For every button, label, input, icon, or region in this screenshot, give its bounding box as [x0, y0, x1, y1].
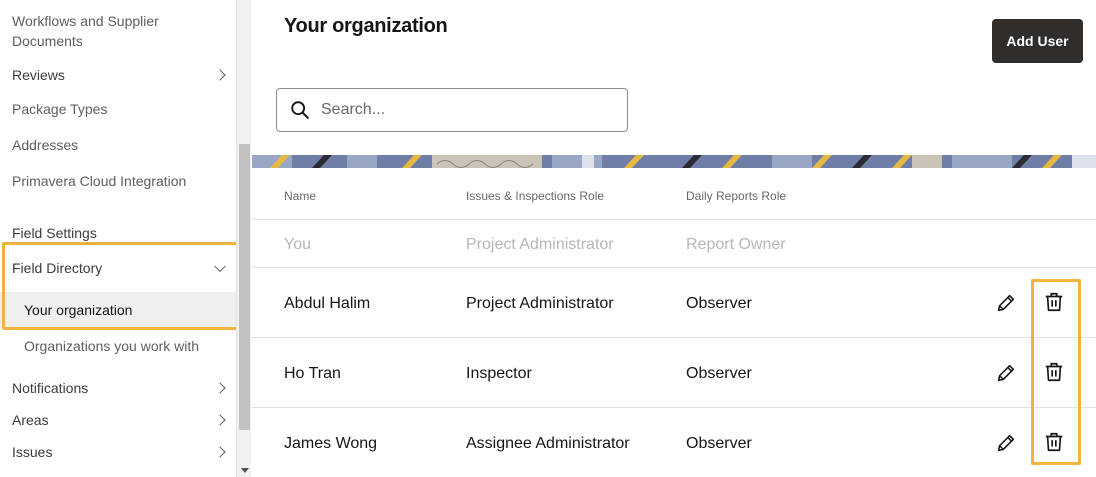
row-divider — [252, 407, 1096, 408]
chevron-right-icon — [214, 69, 226, 81]
trash-icon — [1045, 292, 1063, 312]
chevron-down-icon — [214, 260, 226, 273]
sidebar-item-addresses[interactable]: Addresses — [0, 133, 236, 157]
main-content: Your organization Add User Search... Nam… — [252, 0, 1096, 477]
cell-name: You — [284, 236, 311, 253]
edit-button[interactable] — [993, 360, 1019, 386]
page-title: Your organization — [284, 15, 448, 37]
sidebar-item-label: Reviews — [12, 67, 65, 83]
delete-button[interactable] — [1041, 289, 1067, 315]
search-input[interactable] — [321, 101, 611, 119]
cell-issues-role: Project Administrator — [466, 295, 614, 312]
sidebar-item-label: Package Types — [12, 101, 108, 117]
cell-name: Ho Tran — [284, 365, 341, 382]
cell-issues-role: Project Administrator — [466, 236, 614, 253]
sidebar-item-label: Workflows and Supplier — [12, 13, 159, 29]
sidebar-item-label: Your organization — [24, 302, 133, 318]
column-header-reports-role[interactable]: Daily Reports Role — [686, 189, 786, 203]
search-box[interactable] — [276, 88, 628, 132]
pencil-icon — [997, 294, 1015, 312]
sidebar-item-primavera[interactable]: Primavera Cloud Integration — [0, 169, 236, 193]
sidebar-nav: Workflows and Supplier Documents Reviews… — [0, 0, 236, 477]
trash-icon — [1045, 362, 1063, 382]
trash-icon — [1045, 432, 1063, 452]
column-header-issues-role[interactable]: Issues & Inspections Role — [466, 189, 604, 203]
sidebar-item-areas[interactable]: Areas — [0, 408, 236, 432]
sidebar-item-your-organization[interactable]: Your organization — [0, 292, 236, 328]
decorative-banner — [252, 155, 1096, 168]
sidebar-item-label: Notifications — [12, 380, 89, 396]
cell-issues-role: Assignee Administrator — [466, 435, 630, 452]
sidebar-item-reviews[interactable]: Reviews — [0, 63, 236, 87]
sidebar-item-notifications[interactable]: Notifications — [0, 376, 236, 400]
sidebar-item-label: Field Directory — [12, 260, 103, 276]
sidebar-item-organizations-you-work-with[interactable]: Organizations you work with — [0, 334, 236, 358]
sidebar-item-label: Issues — [12, 444, 53, 460]
sidebar-scrollbar[interactable] — [236, 0, 251, 477]
row-divider — [252, 219, 1096, 220]
cell-reports-role: Observer — [686, 435, 752, 452]
sidebar-item-issues[interactable]: Issues — [0, 440, 236, 464]
sidebar-item-label: Addresses — [12, 137, 79, 153]
sidebar-item-workflows-line2[interactable]: Documents — [0, 31, 236, 51]
scroll-down-arrow-icon[interactable] — [241, 468, 249, 473]
cell-reports-role: Report Owner — [686, 236, 786, 253]
row-divider — [252, 267, 1096, 268]
cell-reports-role: Observer — [686, 295, 752, 312]
column-header-name[interactable]: Name — [284, 189, 316, 203]
chevron-right-icon — [214, 446, 226, 458]
pencil-icon — [997, 434, 1015, 452]
chevron-right-icon — [214, 414, 226, 426]
sidebar-item-label: Documents — [12, 33, 83, 49]
scrollbar-thumb[interactable] — [239, 144, 250, 430]
sidebar-item-label: Organizations you work with — [24, 338, 200, 354]
sidebar-item-package-types[interactable]: Package Types — [0, 97, 236, 121]
sidebar-item-workflows[interactable]: Workflows and Supplier — [0, 11, 236, 31]
cell-reports-role: Observer — [686, 365, 752, 382]
cell-name: Abdul Halim — [284, 295, 371, 312]
pencil-icon — [997, 364, 1015, 382]
cell-name: James Wong — [284, 435, 378, 452]
sidebar-item-label: Areas — [12, 412, 49, 428]
chevron-right-icon — [214, 382, 226, 394]
sidebar-item-field-settings[interactable]: Field Settings — [0, 221, 236, 245]
delete-button[interactable] — [1041, 429, 1067, 455]
search-icon — [291, 101, 309, 119]
row-divider — [252, 337, 1096, 338]
sidebar-item-field-directory[interactable]: Field Directory — [0, 250, 236, 286]
delete-button[interactable] — [1041, 359, 1067, 385]
cell-issues-role: Inspector — [466, 365, 532, 382]
sidebar-item-label: Primavera Cloud Integration — [12, 173, 187, 189]
edit-button[interactable] — [993, 290, 1019, 316]
sidebar-item-label: Field Settings — [12, 225, 97, 241]
add-user-button[interactable]: Add User — [992, 19, 1083, 63]
edit-button[interactable] — [993, 430, 1019, 456]
